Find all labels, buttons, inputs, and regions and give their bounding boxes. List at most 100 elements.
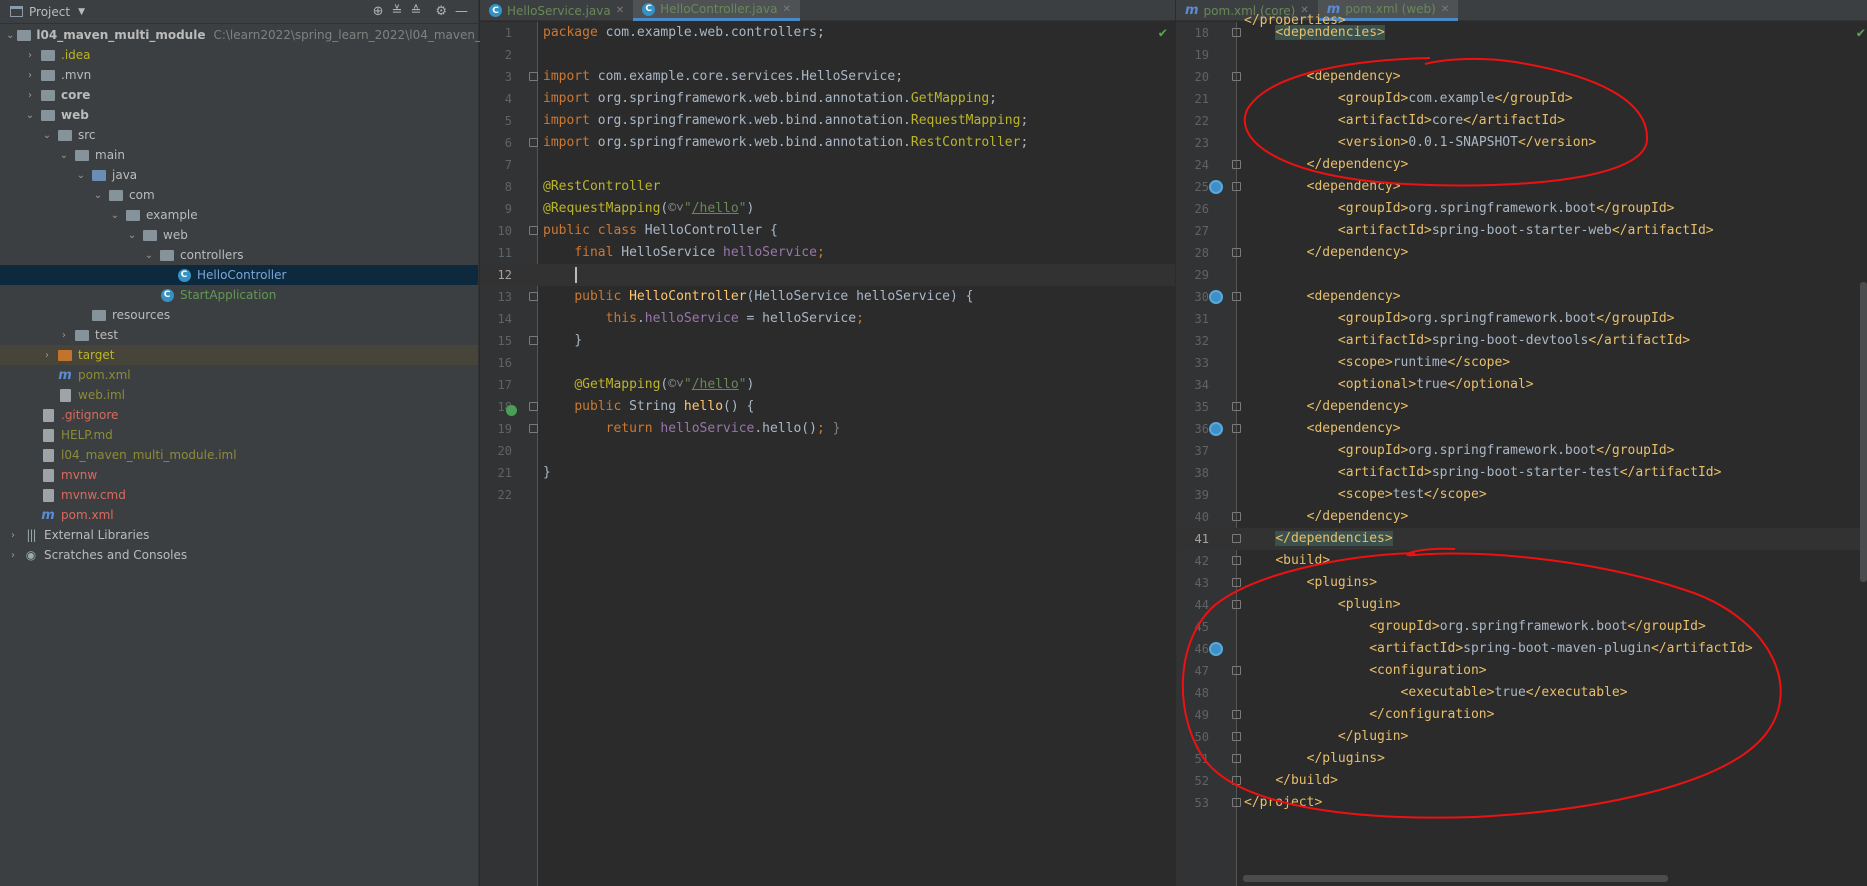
code-line[interactable]: 49 </configuration> [1177, 704, 1867, 726]
tree-item[interactable]: › core [0, 85, 478, 105]
vertical-scrollbar[interactable] [1860, 282, 1867, 582]
fold-marker-icon[interactable] [529, 138, 538, 147]
code-line[interactable]: 9 @RequestMapping(©˅"/hello") [480, 198, 1175, 220]
chevron-down-icon[interactable]: ⌄ [91, 190, 105, 201]
fold-marker-icon[interactable] [1232, 292, 1241, 301]
minimize-icon[interactable]: — [455, 4, 468, 19]
chevron-right-icon[interactable]: › [6, 550, 20, 561]
locate-icon[interactable]: ⊕ [373, 4, 384, 19]
code-line[interactable]: 29 [1177, 264, 1867, 286]
tab-hello-service[interactable]: C HelloService.java ✕ [480, 0, 633, 21]
fold-marker-icon[interactable] [1232, 666, 1241, 675]
code-line[interactable]: 12 [480, 264, 1175, 286]
tree-item[interactable]: m pom.xml [0, 365, 478, 385]
tree-item[interactable]: › target [0, 345, 478, 365]
code-line[interactable]: 20 <dependency> [1177, 66, 1867, 88]
code-line[interactable]: 22 <artifactId>core</artifactId> [1177, 110, 1867, 132]
tree-item[interactable]: ⌄ web [0, 225, 478, 245]
code-line[interactable]: 23 <version>0.0.1-SNAPSHOT</version> [1177, 132, 1867, 154]
dependency-gutter-icon[interactable] [1209, 642, 1223, 656]
code-line[interactable]: 21} [480, 462, 1175, 484]
code-line[interactable]: 8 @RestController [480, 176, 1175, 198]
tree-item[interactable]: mvnw.cmd [0, 485, 478, 505]
fold-marker-icon[interactable] [1232, 402, 1241, 411]
horizontal-scrollbar[interactable] [1243, 875, 1668, 882]
code-line[interactable]: 40 </dependency> [1177, 506, 1867, 528]
chevron-down-icon[interactable]: ⌄ [57, 150, 71, 161]
tree-item[interactable]: ⌄ main [0, 145, 478, 165]
code-line[interactable]: 3 import com.example.core.services.HelloS… [480, 66, 1175, 88]
code-line[interactable]: 30 <dependency> [1177, 286, 1867, 308]
code-line[interactable]: 26 <groupId>org.springframework.boot</gr… [1177, 198, 1867, 220]
code-line[interactable]: 10 public class HelloController { [480, 220, 1175, 242]
code-line[interactable]: 51 </plugins> [1177, 748, 1867, 770]
tree-item[interactable]: ⌄ java [0, 165, 478, 185]
dependency-gutter-icon[interactable] [1209, 180, 1223, 194]
tree-item[interactable]: ⌄ controllers [0, 245, 478, 265]
code-line[interactable]: 39 <scope>test</scope> [1177, 484, 1867, 506]
java-editor[interactable]: 1 package com.example.web.controllers; 2 3 i… [480, 22, 1175, 886]
code-line[interactable]: 52 </build> [1177, 770, 1867, 792]
tree-item[interactable]: l04_maven_multi_module.iml [0, 445, 478, 465]
chevron-right-icon[interactable]: › [23, 70, 37, 81]
expand-all-icon[interactable]: ≚ [392, 4, 403, 19]
code-line[interactable]: 7 [480, 154, 1175, 176]
code-line[interactable]: 21 <groupId>com.example</groupId> [1177, 88, 1867, 110]
tree-item[interactable]: resources [0, 305, 478, 325]
code-line[interactable]: 47 <configuration> [1177, 660, 1867, 682]
chevron-down-icon[interactable]: ⌄ [40, 130, 54, 141]
code-line[interactable]: 38 <artifactId>spring-boot-starter-test<… [1177, 462, 1867, 484]
code-line[interactable]: 50 </plugin> [1177, 726, 1867, 748]
code-line[interactable]: 53 </project> [1177, 792, 1867, 814]
fold-marker-icon[interactable] [1232, 160, 1241, 169]
tree-item[interactable]: C StartApplication [0, 285, 478, 305]
chevron-right-icon[interactable]: › [6, 530, 20, 541]
code-line[interactable]: 15 } [480, 330, 1175, 352]
run-gutter-icon[interactable] [506, 405, 517, 416]
tree-item[interactable]: ⌄ web [0, 105, 478, 125]
tree-item[interactable]: m pom.xml [0, 505, 478, 525]
tree-item[interactable]: HELP.md [0, 425, 478, 445]
code-line[interactable]: 20 [480, 440, 1175, 462]
code-line[interactable]: 24 </dependency> [1177, 154, 1867, 176]
code-line[interactable]: 35 </dependency> [1177, 396, 1867, 418]
tree-item[interactable]: › .mvn [0, 65, 478, 85]
code-line[interactable]: 18 <dependencies> [1177, 22, 1867, 44]
fold-marker-icon[interactable] [1232, 424, 1241, 433]
close-icon[interactable]: ✕ [616, 5, 624, 16]
fold-marker-icon[interactable] [1232, 732, 1241, 741]
fold-marker-icon[interactable] [529, 402, 538, 411]
fold-marker-icon[interactable] [1232, 72, 1241, 81]
fold-marker-icon[interactable] [1232, 248, 1241, 257]
tree-item[interactable]: ⌄ example [0, 205, 478, 225]
code-line[interactable]: 43 <plugins> [1177, 572, 1867, 594]
fold-marker-icon[interactable] [529, 72, 538, 81]
code-line[interactable]: 18 public String hello() { [480, 396, 1175, 418]
chevron-right-icon[interactable]: › [57, 330, 71, 341]
code-line[interactable]: 11 final HelloService helloService; [480, 242, 1175, 264]
tree-item[interactable]: ⌄ com [0, 185, 478, 205]
code-line[interactable]: 27 <artifactId>spring-boot-starter-web</… [1177, 220, 1867, 242]
code-line[interactable]: 16 [480, 352, 1175, 374]
gear-icon[interactable]: ⚙ [435, 4, 447, 19]
fold-marker-icon[interactable] [529, 292, 538, 301]
chevron-down-icon[interactable]: ⌄ [6, 30, 14, 41]
fold-marker-icon[interactable] [1232, 710, 1241, 719]
chevron-right-icon[interactable]: › [23, 90, 37, 101]
tree-item[interactable]: C HelloController [0, 265, 478, 285]
code-line[interactable]: 31 <groupId>org.springframework.boot</gr… [1177, 308, 1867, 330]
code-line[interactable]: 14 this.helloService = helloService; [480, 308, 1175, 330]
tree-item[interactable]: › ||| External Libraries [0, 525, 478, 545]
code-line[interactable]: 19 return helloService.hello(); } [480, 418, 1175, 440]
tree-item[interactable]: mvnw [0, 465, 478, 485]
chevron-right-icon[interactable]: › [40, 350, 54, 361]
code-line[interactable]: 2 [480, 44, 1175, 66]
code-line[interactable]: 42 <build> [1177, 550, 1867, 572]
tab-hello-controller[interactable]: C HelloController.java ✕ [633, 0, 800, 21]
collapse-all-icon[interactable]: ≙ [410, 4, 421, 19]
code-line[interactable]: 32 <artifactId>spring-boot-devtools</art… [1177, 330, 1867, 352]
close-icon[interactable]: ✕ [782, 4, 790, 15]
chevron-down-icon[interactable]: ⌄ [108, 210, 122, 221]
code-line[interactable]: 45 <groupId>org.springframework.boot</gr… [1177, 616, 1867, 638]
code-line[interactable]: 6 import org.springframework.web.bind.ann… [480, 132, 1175, 154]
